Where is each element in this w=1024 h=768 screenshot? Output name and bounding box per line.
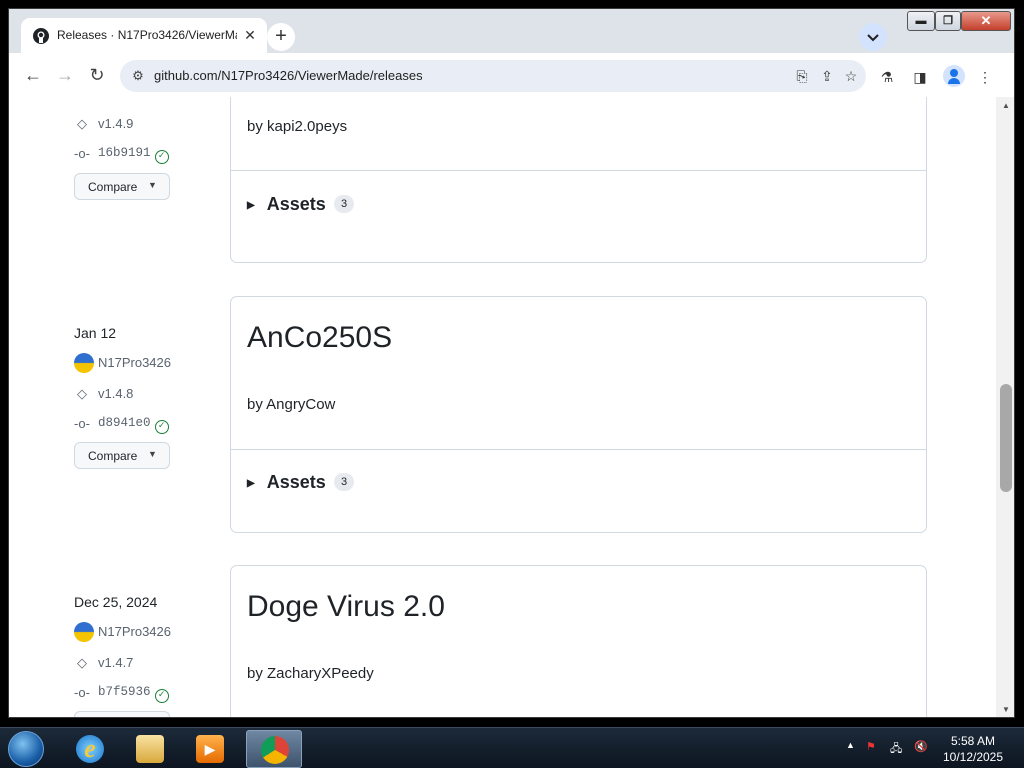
start-button[interactable] — [8, 731, 44, 767]
reload-icon[interactable]: ↻ — [83, 61, 111, 89]
tag-icon: ◇ — [77, 655, 87, 670]
release-author-line: by kapi2.0peys — [247, 118, 348, 135]
browser-toolbar: ← → ↻ ⚙ github.com/N17Pro3426/ViewerMade… — [9, 53, 1014, 97]
volume-muted-icon[interactable]: 🔇 — [914, 740, 928, 753]
share-icon[interactable]: ⇪ — [817, 66, 837, 86]
close-window-button[interactable]: ✕ — [961, 11, 1011, 31]
show-hidden-icons[interactable]: ▲ — [846, 740, 855, 750]
internet-explorer-icon: e — [76, 735, 104, 763]
network-icon[interactable]: 🖧 — [890, 740, 902, 759]
profile-avatar-icon[interactable] — [943, 65, 965, 87]
taskbar-media-player[interactable]: ▶ — [182, 730, 238, 768]
chrome-icon — [261, 736, 289, 764]
github-icon — [33, 28, 49, 44]
release-card: by kapi2.0peys ▶ Assets 3 — [230, 97, 927, 263]
media-player-icon: ▶ — [196, 735, 224, 763]
commit-icon: -o- — [74, 146, 90, 161]
avatar[interactable] — [74, 622, 94, 642]
release-card: Doge Virus 2.0 by ZacharyXPeedy — [230, 565, 927, 717]
bookmark-star-icon[interactable]: ☆ — [841, 66, 861, 86]
tab-search-button[interactable] — [859, 23, 887, 51]
side-panel-icon[interactable]: ◨ — [910, 67, 930, 87]
commit-icon: -o- — [74, 685, 90, 700]
compare-button[interactable] — [74, 711, 170, 717]
maximize-icon: ❐ — [943, 15, 953, 27]
tag-icon: ◇ — [77, 116, 87, 131]
minimize-button[interactable]: ▬ — [907, 11, 935, 31]
release-title[interactable]: Doge Virus 2.0 — [247, 590, 445, 624]
system-clock[interactable]: 5:58 AM 10/12/2025 — [938, 733, 1008, 765]
site-settings-icon[interactable]: ⚙ — [130, 68, 146, 84]
chevron-down-icon — [867, 34, 879, 42]
disclosure-triangle-icon: ▶ — [247, 478, 255, 489]
verified-check-icon: ✓ — [154, 420, 169, 434]
url-text[interactable]: github.com/N17Pro3426/ViewerMade/release… — [154, 68, 423, 83]
scroll-thumb[interactable] — [1000, 384, 1012, 492]
more-menu-icon[interactable]: ⋮ — [975, 67, 995, 87]
assets-count-badge: 3 — [334, 473, 354, 491]
assets-toggle[interactable]: ▶ Assets — [247, 472, 326, 493]
release-author-line: by AngryCow — [247, 396, 336, 413]
address-bar[interactable]: ⚙ github.com/N17Pro3426/ViewerMade/relea… — [120, 60, 866, 92]
tab-title: Releases · N17Pro3426/ViewerMade — [57, 28, 237, 42]
page-scrollbar[interactable]: ▲ ▼ — [996, 97, 1014, 717]
taskbar-chrome[interactable] — [246, 730, 302, 768]
commit-icon: -o- — [74, 416, 90, 431]
action-center-flag-icon[interactable]: ⚑ — [866, 740, 876, 753]
taskbar: e ▶ ▲ ⚑ 🖧 🔇 5:58 AM 10/12/2025 — [0, 727, 1024, 768]
compare-button[interactable]: Compare ▼ — [74, 442, 170, 469]
tab-strip: Releases · N17Pro3426/ViewerMade ✕ + ▬ ❐… — [9, 9, 1014, 53]
compare-button[interactable]: Compare ▼ — [74, 173, 170, 200]
back-arrow-icon[interactable]: ← — [19, 61, 47, 89]
install-app-icon[interactable]: ⎘ — [792, 66, 812, 86]
releases-page: ◇ v1.4.9 -o- 16b9191 ✓ Compare ▼ by kapi2… — [9, 97, 996, 717]
folder-icon — [136, 735, 164, 763]
maximize-button[interactable]: ❐ — [935, 11, 961, 31]
tab-releases[interactable]: Releases · N17Pro3426/ViewerMade ✕ — [21, 18, 267, 53]
taskbar-file-explorer[interactable] — [122, 730, 178, 768]
caret-down-icon: ▼ — [148, 180, 157, 190]
labs-flask-icon[interactable]: ⚗ — [877, 67, 897, 87]
assets-count-badge: 3 — [334, 195, 354, 213]
new-tab-button[interactable]: + — [267, 23, 295, 51]
divider — [231, 449, 926, 450]
release-date: Jan 12 — [74, 325, 117, 341]
disclosure-triangle-icon: ▶ — [247, 200, 255, 211]
browser-window: Releases · N17Pro3426/ViewerMade ✕ + ▬ ❐… — [8, 8, 1015, 718]
scroll-up-icon[interactable]: ▲ — [996, 99, 1014, 113]
release-author-line: by ZacharyXPeedy — [247, 665, 374, 682]
close-tab-icon[interactable]: ✕ — [241, 26, 259, 44]
scroll-down-icon[interactable]: ▼ — [996, 703, 1014, 717]
close-icon: ✕ — [980, 13, 992, 28]
desktop: Releases · N17Pro3426/ViewerMade ✕ + ▬ ❐… — [0, 0, 1024, 768]
clock-time: 5:58 AM — [950, 734, 996, 748]
divider — [231, 170, 926, 171]
tag-icon: ◇ — [77, 386, 87, 401]
assets-toggle[interactable]: ▶ Assets — [247, 194, 326, 215]
minimize-icon: ▬ — [915, 15, 927, 27]
avatar[interactable] — [74, 353, 94, 373]
release-date: Dec 25, 2024 — [74, 594, 158, 610]
verified-check-icon: ✓ — [154, 150, 169, 164]
release-title[interactable]: AnCo250S — [247, 321, 392, 355]
clock-date: 10/12/2025 — [942, 750, 1004, 764]
caret-down-icon: ▼ — [148, 449, 157, 459]
taskbar-internet-explorer[interactable]: e — [62, 730, 118, 768]
release-card: AnCo250S by AngryCow ▶ Assets 3 — [230, 296, 927, 533]
forward-arrow-icon[interactable]: → — [51, 61, 79, 89]
verified-check-icon: ✓ — [154, 689, 169, 703]
